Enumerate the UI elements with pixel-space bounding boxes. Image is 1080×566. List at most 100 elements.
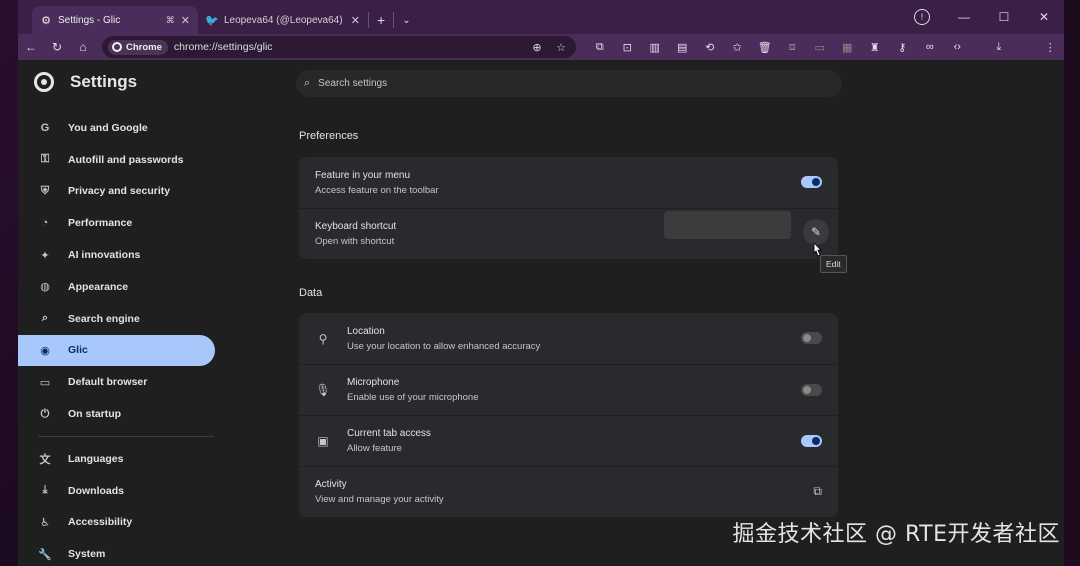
sidebar-item-label: Appearance: [68, 280, 129, 293]
sidebar-item-system[interactable]: 🔧 System: [18, 538, 218, 566]
download-icon: ⤓: [42, 484, 48, 497]
omnibox[interactable]: Chrome chrome://settings/glic ⊕ ☆: [102, 36, 576, 58]
sidebar-item-you-and-google[interactable]: G You and Google: [18, 112, 218, 144]
search-placeholder: Search settings: [318, 78, 388, 89]
sidebar-item-glic[interactable]: ◉ Glic: [18, 334, 215, 367]
tab-icon: ▣: [317, 434, 329, 448]
close-tab-icon[interactable]: ✕: [181, 14, 190, 27]
sidebar-item-on-startup[interactable]: ⏻ On startup: [18, 398, 218, 430]
back-arrow-icon[interactable]: ←: [18, 40, 44, 54]
sidebar-item-label: Downloads: [68, 484, 125, 497]
menu-kebab-icon[interactable]: ⋮: [1037, 41, 1065, 54]
download-icon[interactable]: ⤓: [985, 41, 1013, 54]
row-subtitle: Allow feature: [347, 443, 402, 454]
incognito-icon[interactable]: ♜: [861, 41, 889, 54]
sidebar-item-label: System: [68, 548, 106, 561]
location-row[interactable]: ⚲ Location Use your location to allow en…: [299, 313, 838, 364]
edit-shortcut-button[interactable]: ✎: [803, 219, 829, 245]
sidebar-item-autofill[interactable]: ⚿ Autofill and passwords: [18, 144, 218, 176]
shortcut-input[interactable]: [664, 211, 791, 239]
search-icon: ⌕: [41, 312, 49, 325]
reading-mode-icon[interactable]: ▥: [641, 41, 669, 54]
sidebar-item-languages[interactable]: 文 Languages: [18, 443, 218, 475]
tab-strip: ⚙ Settings - Glic ⌘ ✕ 🐦 Leopeva64 (@Leop…: [18, 0, 1064, 34]
sidebar-item-appearance[interactable]: ◍ Appearance: [18, 271, 218, 303]
sidebar-item-search-engine[interactable]: ⌕ Search engine: [18, 303, 218, 335]
sidebar-item-label: Performance: [68, 217, 133, 230]
split-icon[interactable]: ⌘: [166, 15, 175, 26]
row-title: Microphone: [347, 377, 400, 388]
maximize-icon[interactable]: ☐: [984, 10, 1024, 24]
sidebar-item-label: AI innovations: [68, 249, 141, 262]
sidebar: G You and Google ⚿ Autofill and password…: [18, 112, 218, 566]
translate-icon[interactable]: ⧈: [779, 41, 807, 54]
sidebar-item-label: You and Google: [68, 121, 148, 134]
external-link-icon[interactable]: ⧉: [813, 484, 822, 499]
tab-search-chevron-icon[interactable]: ⌄: [394, 6, 418, 34]
url-text[interactable]: chrome://settings/glic: [174, 41, 522, 53]
site-chip[interactable]: Chrome: [108, 39, 168, 55]
tab-twitter[interactable]: 🐦 Leopeva64 (@Leopeva64) / Twi… ✕: [198, 6, 368, 34]
bookmark-star-icon[interactable]: ☆: [552, 41, 570, 54]
reading-list-icon[interactable]: ▤: [669, 41, 697, 54]
chrome-icon: ◉: [40, 344, 50, 357]
password-key-icon[interactable]: ⚷: [889, 41, 917, 54]
page-title: Settings: [34, 72, 137, 92]
current-tab-access-row[interactable]: ▣ Current tab access Allow feature: [299, 415, 838, 466]
feature-in-menu-toggle[interactable]: [801, 176, 822, 188]
link-icon[interactable]: ∞: [916, 41, 944, 53]
location-toggle[interactable]: [801, 332, 822, 344]
screenshot-icon[interactable]: ⊡: [614, 41, 642, 54]
bookmarks-icon[interactable]: ✩: [724, 41, 752, 54]
microphone-toggle[interactable]: [801, 384, 822, 396]
data-card: ⚲ Location Use your location to allow en…: [299, 313, 838, 517]
toolbar: ← ↻ ⌂ Chrome chrome://settings/glic ⊕ ☆ …: [18, 34, 1064, 60]
microphone-row[interactable]: 🎙 Microphone Enable use of your micropho…: [299, 364, 838, 415]
close-tab-icon[interactable]: ✕: [351, 14, 360, 27]
sidebar-item-privacy[interactable]: ⛨ Privacy and security: [18, 176, 218, 208]
sidebar-item-downloads[interactable]: ⤓ Downloads: [18, 475, 218, 507]
browser-window: ⚙ Settings - Glic ⌘ ✕ 🐦 Leopeva64 (@Leop…: [18, 0, 1064, 566]
row-subtitle: Use your location to allow enhanced accu…: [347, 340, 541, 352]
sidebar-item-ai-innovations[interactable]: ✦ AI innovations: [18, 239, 218, 271]
minimize-icon[interactable]: —: [944, 10, 984, 24]
history-icon[interactable]: ⟲: [696, 41, 724, 54]
tab-settings[interactable]: ⚙ Settings - Glic ⌘ ✕: [32, 6, 198, 34]
current-tab-access-toggle[interactable]: [801, 435, 822, 447]
sidebar-item-label: Accessibility: [68, 516, 133, 529]
home-icon[interactable]: ⌂: [70, 40, 96, 54]
sidebar-item-default-browser[interactable]: ▭ Default browser: [18, 366, 218, 398]
sidebar-item-performance[interactable]: ◔ Performance: [18, 207, 218, 239]
sidebar-item-label: Privacy and security: [68, 185, 171, 198]
new-tab-button[interactable]: +: [369, 6, 393, 34]
activity-row[interactable]: Activity View and manage your activity ⧉: [299, 466, 838, 517]
row-subtitle: Enable use of your microphone: [347, 392, 479, 403]
sidebar-item-label: Languages: [68, 452, 124, 465]
search-input[interactable]: ⌕ Search settings: [296, 70, 842, 97]
section-heading-data: Data: [299, 287, 323, 299]
profile-icon[interactable]: !: [914, 9, 930, 25]
accessibility-icon: ♿: [40, 516, 50, 529]
qr-code-icon[interactable]: ▦: [834, 41, 862, 54]
browser-window-icon: ▭: [39, 376, 51, 389]
google-g-icon: G: [40, 121, 50, 134]
gear-icon: ⚙: [41, 14, 51, 27]
preferences-card: Feature in your menu Access feature on t…: [299, 157, 838, 259]
search-icon: ⌕: [304, 77, 311, 89]
zoom-icon[interactable]: ⊕: [528, 41, 546, 54]
close-window-icon[interactable]: ✕: [1024, 10, 1064, 24]
location-pin-icon: ⚲: [318, 331, 328, 346]
devices-icon[interactable]: ▭: [806, 41, 834, 54]
power-icon: ⏻: [40, 407, 50, 420]
tab-title: Leopeva64 (@Leopeva64) / Twi…: [224, 14, 345, 26]
sidebar-item-accessibility[interactable]: ♿ Accessibility: [18, 507, 218, 539]
row-title: Activity: [315, 479, 347, 490]
feature-in-menu-row[interactable]: Feature in your menu Access feature on t…: [299, 157, 838, 208]
code-icon[interactable]: ‹›: [944, 41, 972, 53]
sidebar-item-label: Search engine: [68, 312, 140, 325]
sidebar-divider: [38, 435, 214, 437]
row-subtitle: Access feature on the toolbar: [315, 184, 439, 196]
delete-icon[interactable]: 🗑: [751, 41, 779, 54]
reload-icon[interactable]: ↻: [44, 40, 70, 54]
extensions-puzzle-icon[interactable]: ⧉: [586, 41, 614, 54]
